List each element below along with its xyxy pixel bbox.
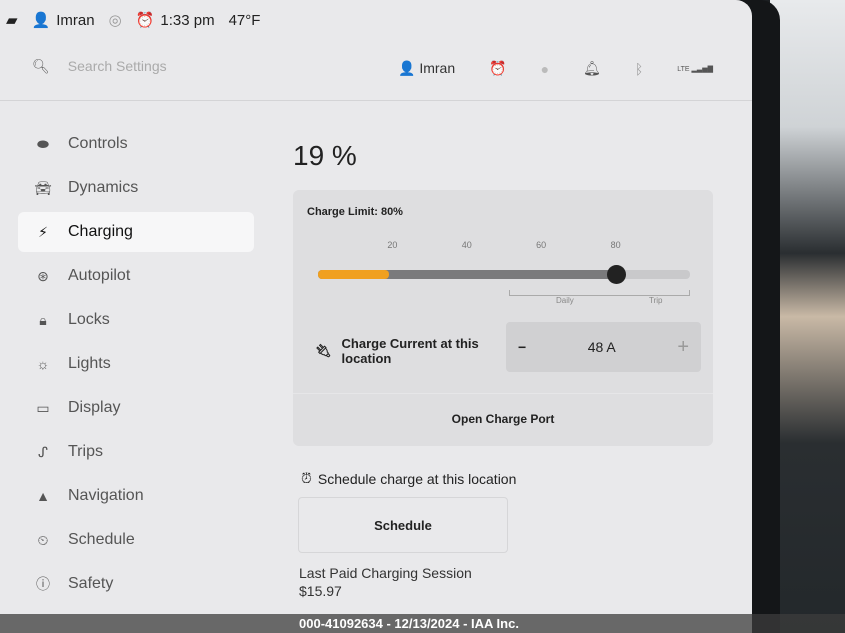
sidebar-label: Charging bbox=[68, 223, 133, 240]
current-charge-fill bbox=[318, 270, 389, 279]
toggle-icon: ⬬ bbox=[37, 135, 49, 152]
open-charge-port-button[interactable]: Open Charge Port bbox=[293, 393, 713, 443]
daily-label: Daily bbox=[556, 296, 574, 305]
charge-current-stepper[interactable]: − 48 A + bbox=[506, 322, 701, 372]
signal-icon: LTE ▂▃▅▇ bbox=[677, 65, 714, 73]
sidebar-item-locks[interactable]: 🔒︎ Locks bbox=[18, 300, 254, 340]
search-placeholder: Search Settings bbox=[67, 58, 167, 74]
lte-label: LTE bbox=[677, 65, 690, 73]
sidebar-label: Locks bbox=[68, 311, 110, 328]
sidebar-item-controls[interactable]: ⬬ Controls bbox=[18, 124, 254, 164]
alarm-icon[interactable]: ⏰ bbox=[489, 60, 506, 77]
car-icon: 🚘︎ bbox=[34, 179, 52, 196]
clock-time: 1:33 pm bbox=[160, 11, 215, 29]
sidebar-item-navigation[interactable]: ▲ Navigation bbox=[18, 476, 254, 516]
charge-current-label: Charge Current at this location bbox=[341, 336, 479, 366]
watermark: 000-41092634 - 12/13/2024 - IAA Inc. bbox=[0, 614, 845, 633]
sidebar-label: Schedule bbox=[68, 531, 135, 548]
bell-icon[interactable]: 🔔︎ bbox=[583, 60, 601, 77]
search-input[interactable]: 🔍︎ Search Settings bbox=[32, 58, 167, 75]
alarm-clock-icon: ⏰︎ bbox=[301, 470, 312, 486]
sidebar-item-lights[interactable]: ☼ Lights bbox=[18, 344, 254, 384]
display-icon: ▭ bbox=[36, 399, 50, 416]
settings-header: 🔍︎ Search Settings 👤 Imran ⏰ ● 🔔︎ ᛒ LTE ▂… bbox=[0, 48, 752, 94]
person-icon: 👤 bbox=[398, 60, 420, 76]
charge-limit-label: Charge Limit: 80% bbox=[307, 206, 403, 218]
steering-wheel-icon: ⊛ bbox=[37, 267, 49, 284]
sidebar-item-safety[interactable]: ⓘ Safety bbox=[18, 564, 254, 604]
header-divider bbox=[0, 100, 752, 101]
sentry-icon[interactable]: ◎ bbox=[109, 11, 122, 29]
tick-label: 60 bbox=[536, 240, 547, 250]
sidebar-label: Navigation bbox=[68, 487, 144, 504]
camera-icon[interactable]: ● bbox=[541, 61, 549, 77]
battery-percent: 19 % bbox=[293, 140, 357, 171]
sidebar-label: Controls bbox=[68, 135, 128, 152]
person-icon: 👤 bbox=[31, 12, 51, 29]
sidebar-item-schedule[interactable]: ⏲︎ Schedule bbox=[18, 520, 254, 560]
sidebar: ⬬ Controls 🚘︎ Dynamics ⚡︎ Charging ⊛ Autopil… bbox=[18, 124, 254, 608]
sun-icon: ☼ bbox=[36, 356, 50, 372]
user-name: Imran bbox=[56, 11, 95, 29]
charge-card: Charge Limit: 80% 20 40 60 80 Daily Trip… bbox=[293, 190, 713, 446]
charging-panel: 19 % Charge Limit: 80% 20 40 60 80 Daily… bbox=[293, 140, 723, 599]
temperature: 47°F bbox=[228, 11, 261, 29]
sidebar-label: Trips bbox=[68, 443, 103, 460]
sidebar-label: Dynamics bbox=[68, 179, 139, 196]
bluetooth-icon[interactable]: ᛒ bbox=[635, 61, 643, 77]
status-bar: ▰ 👤 Imran ◎ ⏰ 1:33 pm 47°F bbox=[0, 0, 752, 40]
bolt-icon: ⚡︎ bbox=[38, 223, 48, 240]
navigation-icon: ▲ bbox=[36, 488, 50, 504]
sidebar-label: Autopilot bbox=[68, 267, 131, 284]
sidebar-item-dynamics[interactable]: 🚘︎ Dynamics bbox=[18, 168, 254, 208]
sidebar-item-display[interactable]: ▭ Display bbox=[18, 388, 254, 428]
clock-icon: ⏲︎ bbox=[37, 531, 49, 548]
sidebar-item-charging[interactable]: ⚡︎ Charging bbox=[18, 212, 254, 252]
sidebar-label: Safety bbox=[68, 575, 114, 592]
folder-icon: ▰ bbox=[6, 12, 18, 29]
header-user: Imran bbox=[419, 60, 456, 76]
alarm-icon: ⏰ bbox=[135, 12, 155, 29]
tick-label: 80 bbox=[610, 240, 621, 250]
plug-icon: 🔌︎ bbox=[315, 343, 332, 358]
last-session-heading: Last Paid Charging Session bbox=[299, 565, 472, 581]
touchscreen: ▰ 👤 Imran ◎ ⏰ 1:33 pm 47°F 🔍︎ Search Settin… bbox=[0, 0, 752, 633]
tick-label: 40 bbox=[461, 240, 472, 250]
slider-handle[interactable] bbox=[606, 265, 626, 284]
schedule-button[interactable]: Schedule bbox=[298, 497, 508, 553]
sidebar-label: Lights bbox=[68, 355, 111, 372]
safety-icon: ⓘ bbox=[36, 576, 50, 592]
daily-trip-bracket bbox=[509, 290, 690, 296]
background-outside bbox=[770, 0, 845, 633]
header-profile[interactable]: 👤 Imran bbox=[398, 60, 455, 77]
charge-current-value: 48 A bbox=[587, 339, 616, 355]
increase-button[interactable]: + bbox=[677, 336, 689, 359]
charge-limit-slider[interactable] bbox=[318, 265, 690, 284]
trips-icon: ᔑ bbox=[38, 443, 48, 460]
schedule-heading: Schedule charge at this location bbox=[317, 470, 517, 487]
tick-label: 20 bbox=[387, 240, 398, 250]
search-icon: 🔍︎ bbox=[32, 58, 50, 74]
last-session-price: $15.97 bbox=[299, 583, 342, 599]
sidebar-label: Display bbox=[68, 399, 121, 416]
sidebar-item-trips[interactable]: ᔑ Trips bbox=[18, 432, 254, 472]
lock-icon: 🔒︎ bbox=[39, 311, 47, 328]
trip-label: Trip bbox=[649, 296, 663, 305]
decrease-button[interactable]: − bbox=[518, 339, 526, 355]
sidebar-item-autopilot[interactable]: ⊛ Autopilot bbox=[18, 256, 254, 296]
profile-button[interactable]: 👤 Imran bbox=[31, 11, 95, 30]
